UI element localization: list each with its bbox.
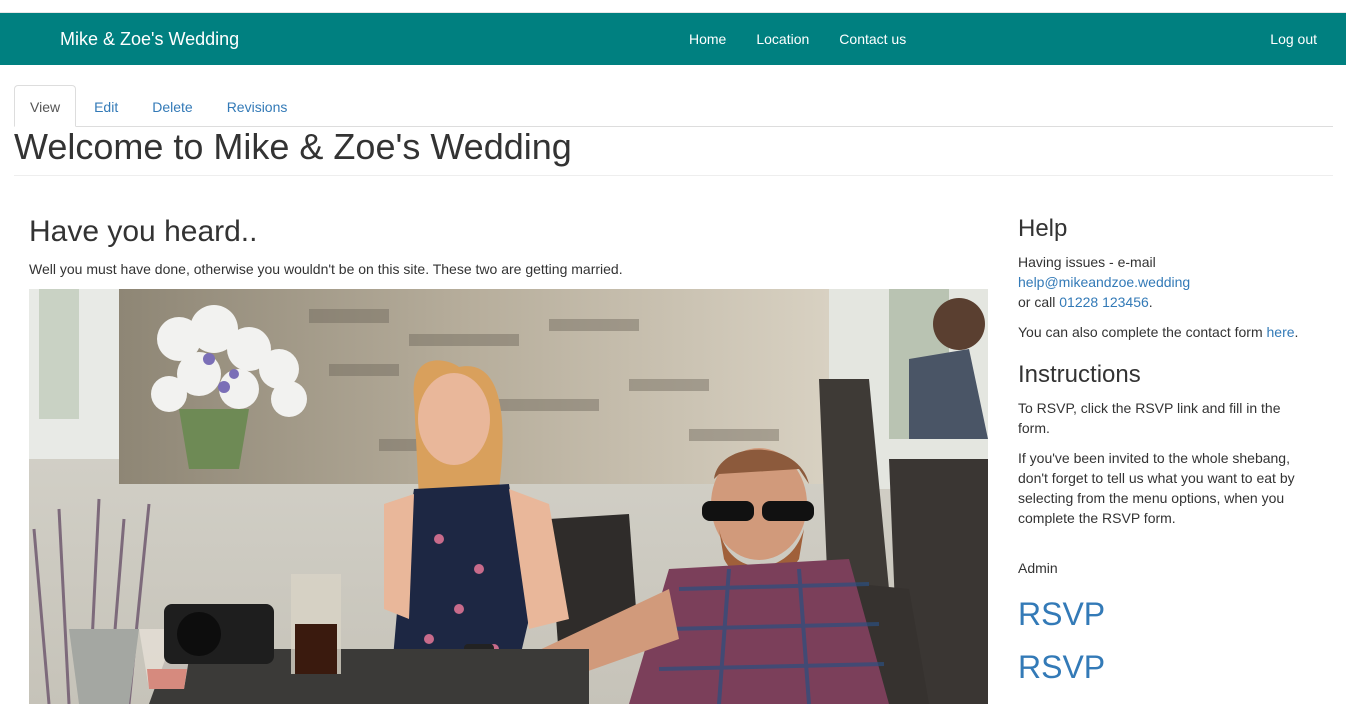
help-phone-link[interactable]: 01228 123456 [1059,294,1149,310]
contact-form-text: You can also complete the contact form [1018,324,1263,340]
instructions-p1: To RSVP, click the RSVP link and fill in… [1018,400,1281,436]
instructions-heading: Instructions [1018,361,1141,388]
help-email-link[interactable]: help@mikeandzoe.wedding [1018,274,1190,290]
main-nav: Home Location Contact us [674,13,921,65]
instructions-p2: If you've been invited to the whole sheb… [1018,450,1295,526]
instructions-block: Instructions [1018,360,1141,390]
help-call-prefix: or call [1018,294,1056,310]
rsvp-link-1[interactable]: RSVP [1018,594,1105,634]
section-heading: Have you heard.. [29,215,258,248]
nav-home[interactable]: Home [674,13,741,65]
help-line1: Having issues - e-mail [1018,254,1156,270]
help-heading: Help [1018,215,1068,242]
site-brand[interactable]: Mike & Zoe's Wedding [60,13,239,65]
logout-link[interactable]: Log out [1270,13,1317,65]
help-block: Help [1018,214,1067,244]
navbar: Mike & Zoe's Wedding Home Location Conta… [0,13,1346,65]
couple-photo-image [29,289,988,704]
title-divider [14,175,1333,176]
rsvp-link-2[interactable]: RSVP [1018,647,1105,687]
page-title: Welcome to Mike & Zoe's Wedding [14,126,572,167]
help-body: Having issues - e-mail help@mikeandzoe.w… [1018,252,1318,342]
nav-contact-us[interactable]: Contact us [824,13,921,65]
top-border [0,0,1346,13]
instructions-body: To RSVP, click the RSVP link and fill in… [1018,398,1314,528]
tab-edit[interactable]: Edit [78,85,134,127]
tab-view[interactable]: View [14,85,77,127]
admin-label: Admin [1018,560,1058,576]
admin-block: Admin [1018,558,1058,578]
node-tabs: View Edit Delete Revisions [14,85,1333,127]
help-call-suffix: . [1148,294,1153,310]
contact-form-link[interactable]: here [1267,324,1295,340]
contact-form-suffix: . [1294,324,1299,340]
tab-delete[interactable]: Delete [136,85,208,127]
nav-location[interactable]: Location [741,13,824,65]
couple-photo [29,289,988,704]
tab-revisions[interactable]: Revisions [211,85,304,127]
intro-text: Well you must have done, otherwise you w… [29,261,623,277]
